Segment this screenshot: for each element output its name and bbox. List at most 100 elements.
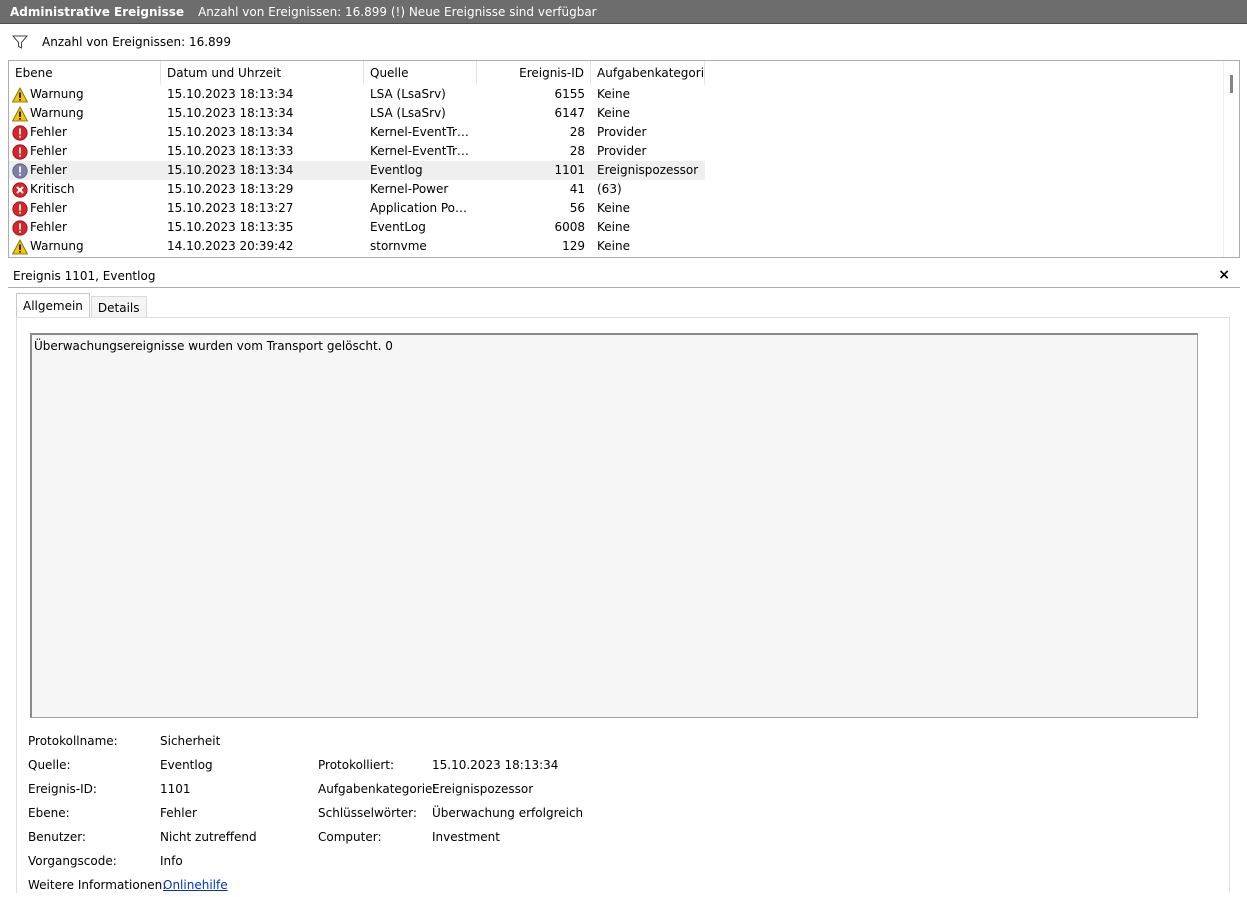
cell-ereignis-id: 28 <box>569 144 585 158</box>
table-row[interactable]: Warnung 15.10.2023 18:13:34 LSA (LsaSrv) 61… <box>9 104 705 123</box>
critical-icon <box>12 181 28 198</box>
warning-icon <box>11 86 29 103</box>
label-ebene: Ebene: <box>28 806 70 820</box>
cell-ereignis-id: 56 <box>569 201 585 215</box>
filter-icon[interactable] <box>12 34 28 50</box>
cell-ebene: Kritisch <box>9 180 161 199</box>
cell-ebene: Fehler <box>9 199 161 218</box>
tab-allgemein[interactable]: Allgemein <box>16 293 90 318</box>
cell-ebene: Fehler <box>9 142 161 161</box>
cell-ebene: Fehler <box>9 123 161 142</box>
event-count-label: Anzahl von Ereignissen: 16.899 <box>42 35 231 49</box>
cell-datum: 15.10.2023 18:13:35 <box>167 220 294 234</box>
cell-ereignis-id: 129 <box>562 239 585 253</box>
event-list: Ebene Datum und Uhrzeit Quelle Ereignis-… <box>8 60 1240 258</box>
table-row[interactable]: Fehler 15.10.2023 18:13:34 Kernel-EventTra… <box>9 123 705 142</box>
cell-ereignis-id: 6147 <box>554 106 585 120</box>
warning-icon <box>11 105 29 122</box>
cell-datum: 15.10.2023 18:13:34 <box>167 87 294 101</box>
cell-quelle: stornvme <box>370 239 427 253</box>
label-benutzer: Benutzer: <box>28 830 86 844</box>
table-row[interactable]: Kritisch 15.10.2023 18:13:29 Kernel-Power 4… <box>9 180 705 199</box>
cell-datum: 14.10.2023 20:39:42 <box>167 239 294 253</box>
column-header-ereignis-id[interactable]: Ereignis-ID <box>477 61 591 85</box>
filter-bar: Anzahl von Ereignissen: 16.899 <box>0 25 1247 59</box>
value-protokollname: Sicherheit <box>160 734 221 748</box>
level-text: Fehler <box>30 144 67 158</box>
level-text: Fehler <box>30 201 67 215</box>
column-header-aufgabenkategorie[interactable]: Aufgabenkategorie <box>591 61 705 85</box>
cell-ereignis-id: 6155 <box>554 87 585 101</box>
level-text: Warnung <box>30 87 84 101</box>
cell-ebene: Warnung <box>9 85 161 104</box>
cell-datum: 15.10.2023 18:13:34 <box>167 163 294 177</box>
cell-datum: 15.10.2023 18:13:33 <box>167 144 294 158</box>
cell-quelle: LSA (LsaSrv) <box>370 87 446 101</box>
label-weitere-informationen: Weitere Informationen: <box>28 878 167 892</box>
cell-ereignis-id: 28 <box>569 125 585 139</box>
list-body: Warnung 15.10.2023 18:13:34 LSA (LsaSrv) 61… <box>9 85 1225 256</box>
cell-quelle: Kernel-EventTracing <box>370 125 477 139</box>
error-icon <box>12 143 28 160</box>
cell-ereignis-id: 41 <box>569 182 585 196</box>
table-row[interactable]: Fehler 15.10.2023 18:13:27 Application Pop… <box>9 199 705 218</box>
table-row[interactable]: Fehler 15.10.2023 18:13:35 EventLog 6008 Kei… <box>9 218 705 237</box>
cell-aufgabenkategorie: Keine <box>597 106 630 120</box>
level-text: Fehler <box>30 220 67 234</box>
value-protokolliert: 15.10.2023 18:13:34 <box>432 758 559 772</box>
detail-header: Ereignis 1101, Eventlog × <box>8 264 1240 288</box>
label-ereignis-id: Ereignis-ID: <box>28 782 97 796</box>
level-text: Kritisch <box>30 182 75 196</box>
value-benutzer: Nicht zutreffend <box>160 830 257 844</box>
error-icon <box>12 200 28 217</box>
panel-subtitle: Anzahl von Ereignissen: 16.899 (!) Neue … <box>198 4 597 19</box>
title-bar: Administrative Ereignisse Anzahl von Ere… <box>0 0 1247 24</box>
panel-title: Administrative Ereignisse <box>10 4 185 19</box>
level-text: Warnung <box>30 106 84 120</box>
cell-quelle: Kernel-Power <box>370 182 449 196</box>
cell-aufgabenkategorie: Ereignispozessor <box>597 163 699 177</box>
cell-datum: 15.10.2023 18:13:34 <box>167 125 294 139</box>
list-scrollbar[interactable] <box>1223 61 1239 257</box>
table-row[interactable]: Fehler 15.10.2023 18:13:33 Kernel-EventTra… <box>9 142 705 161</box>
cell-datum: 15.10.2023 18:13:34 <box>167 106 294 120</box>
event-description[interactable]: Überwachungsereignisse wurden vom Transp… <box>30 333 1198 718</box>
level-text: Fehler <box>30 163 67 177</box>
level-text: Warnung <box>30 239 84 253</box>
value-vorgangscode: Info <box>160 854 183 868</box>
value-schluesselwoerter: Überwachung erfolgreich <box>432 806 584 820</box>
error-icon <box>12 219 28 236</box>
level-text: Fehler <box>30 125 67 139</box>
column-header-datum[interactable]: Datum und Uhrzeit <box>161 61 364 85</box>
onlinehilfe-link[interactable]: Onlinehilfe <box>163 873 228 897</box>
scrollbar-thumb[interactable] <box>1230 75 1233 93</box>
label-schluesselwoerter: Schlüsselwörter: <box>318 806 417 820</box>
label-vorgangscode: Vorgangscode: <box>28 854 117 868</box>
error-icon-dim <box>12 162 28 179</box>
table-row[interactable]: Warnung 15.10.2023 18:13:34 LSA (LsaSrv) 61… <box>9 85 705 104</box>
cell-aufgabenkategorie: (63) <box>597 182 622 196</box>
detail-title: Ereignis 1101, Eventlog <box>13 268 156 283</box>
description-text: Überwachungsereignisse wurden vom Transp… <box>34 339 393 353</box>
table-row[interactable]: Fehler 15.10.2023 18:13:34 Eventlog 1101 Ere… <box>9 161 705 180</box>
tab-details[interactable]: Details <box>90 296 147 318</box>
value-quelle: Eventlog <box>160 758 213 772</box>
cell-aufgabenkategorie: Keine <box>597 220 630 234</box>
cell-quelle: LSA (LsaSrv) <box>370 106 446 120</box>
cell-quelle: EventLog <box>370 220 426 234</box>
cell-quelle: Application Popup <box>370 201 477 215</box>
value-ereignis-id: 1101 <box>160 782 191 796</box>
label-aufgabenkategorie: Aufgabenkategorie: <box>318 782 437 796</box>
cell-ebene: Warnung <box>9 104 161 123</box>
close-icon[interactable]: × <box>1218 267 1230 283</box>
warning-icon <box>11 238 29 255</box>
table-row[interactable]: Warnung 14.10.2023 20:39:42 stornvme 129 Kei… <box>9 237 705 256</box>
cell-datum: 15.10.2023 18:13:29 <box>167 182 294 196</box>
value-ebene: Fehler <box>160 806 197 820</box>
cell-quelle: Kernel-EventTracing <box>370 144 477 158</box>
column-header-quelle[interactable]: Quelle <box>364 61 477 85</box>
column-header-ebene[interactable]: Ebene <box>9 61 161 85</box>
cell-ereignis-id: 1101 <box>554 163 585 177</box>
label-protokollname: Protokollname: <box>28 734 118 748</box>
value-computer: Investment <box>432 830 500 844</box>
